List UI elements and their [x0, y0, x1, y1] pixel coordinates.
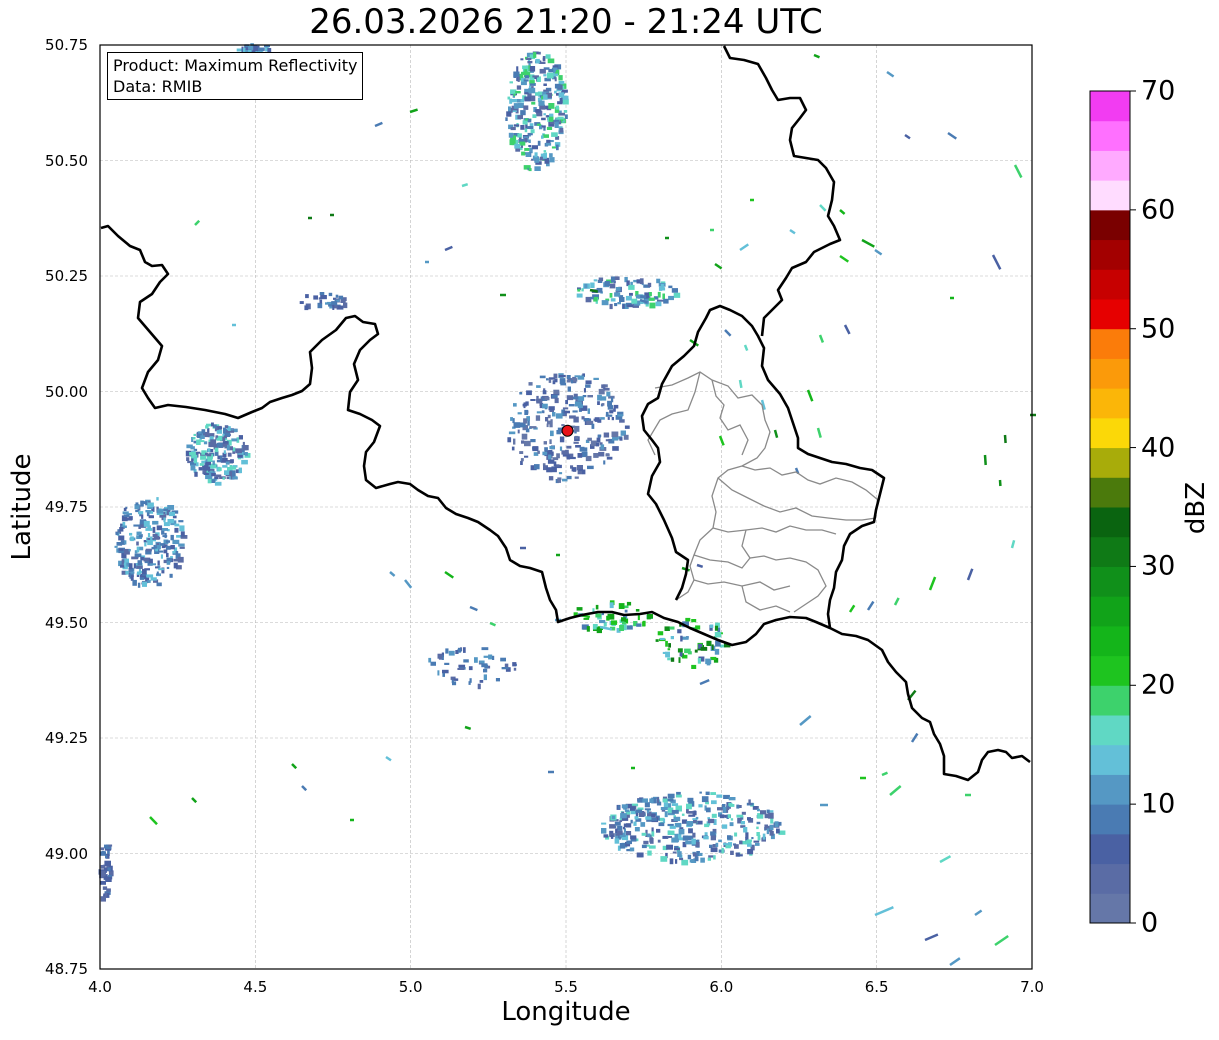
colorbar-tick-label: 50 — [1141, 313, 1176, 345]
colorbar-segment — [1090, 417, 1130, 449]
colorbar-segment — [1090, 774, 1130, 805]
colorbar-segment — [1090, 715, 1130, 746]
x-tick-label: 7.0 — [1020, 978, 1044, 996]
colorbar-segment — [1090, 596, 1130, 627]
colorbar-segment — [1090, 625, 1130, 657]
colorbar-segment — [1090, 863, 1130, 894]
y-tick-label: 49.00 — [45, 844, 88, 863]
x-axis-label: Longitude — [501, 997, 631, 1027]
colorbar-segment — [1090, 833, 1130, 865]
grid-lines — [99, 44, 1033, 970]
colorbar-segment — [1090, 328, 1130, 359]
colorbar-segment — [1090, 893, 1130, 924]
colorbar-segment — [1090, 655, 1130, 686]
colorbar-segment — [1090, 447, 1130, 478]
reflectivity-echoes — [98, 43, 1036, 967]
colorbar-segment — [1090, 804, 1130, 835]
colorbar-tick-label: 10 — [1141, 788, 1176, 820]
y-tick-label: 49.25 — [45, 729, 88, 747]
colorbar-segment — [1090, 744, 1130, 775]
y-tick-label: 50.00 — [45, 382, 88, 401]
radar-map[interactable] — [0, 0, 1219, 1040]
colorbar-segment — [1090, 120, 1130, 151]
y-tick-label: 50.75 — [45, 36, 88, 54]
colorbar-segment — [1090, 269, 1130, 300]
colorbar-segment — [1090, 536, 1130, 567]
colorbar-segment — [1090, 477, 1130, 508]
colorbar-segment — [1090, 209, 1130, 241]
x-tick-label: 5.0 — [398, 978, 423, 996]
x-tick-label: 5.5 — [554, 978, 578, 996]
x-tick-label: 4.5 — [243, 978, 268, 996]
colorbar-segment — [1090, 507, 1130, 538]
colorbar-tick-label: 30 — [1141, 550, 1176, 582]
x-tick-label: 6.0 — [709, 978, 734, 996]
radar-site-marker[interactable] — [561, 424, 574, 437]
colorbar — [1089, 90, 1136, 924]
colorbar-segment — [1090, 566, 1130, 597]
colorbar-segment — [1090, 388, 1130, 419]
y-axis-label: Latitude — [7, 453, 37, 561]
y-tick-label: 49.75 — [45, 498, 88, 516]
info-box: Product: Maximum Reflectivity Data: RMIB — [107, 52, 364, 100]
colorbar-tick-label: 60 — [1141, 194, 1176, 226]
colorbar-segment — [1090, 239, 1130, 270]
colorbar-segment — [1090, 358, 1130, 389]
colorbar-segment — [1090, 180, 1130, 211]
district-boundaries — [647, 371, 879, 613]
x-tick-label: 6.5 — [864, 978, 889, 996]
y-tick-label: 48.75 — [45, 960, 88, 978]
y-tick-label: 50.50 — [45, 151, 88, 170]
colorbar-segment — [1090, 299, 1130, 330]
colorbar-segment — [1090, 150, 1130, 181]
colorbar-tick-label: 70 — [1141, 75, 1176, 107]
data-source-label: Data: RMIB — [113, 77, 203, 96]
colorbar-tick-label: 0 — [1141, 907, 1159, 939]
y-tick-label: 50.25 — [45, 267, 88, 285]
x-tick-label: 4.0 — [88, 978, 112, 996]
product-label: Product: Maximum Reflectivity — [113, 56, 358, 75]
y-tick-label: 49.50 — [45, 613, 88, 632]
colorbar-tick-label: 40 — [1141, 432, 1176, 464]
colorbar-segment — [1090, 685, 1130, 716]
colorbar-tick-label: 20 — [1141, 669, 1176, 701]
colorbar-segment — [1090, 91, 1130, 122]
colorbar-label: dBZ — [1181, 481, 1211, 535]
